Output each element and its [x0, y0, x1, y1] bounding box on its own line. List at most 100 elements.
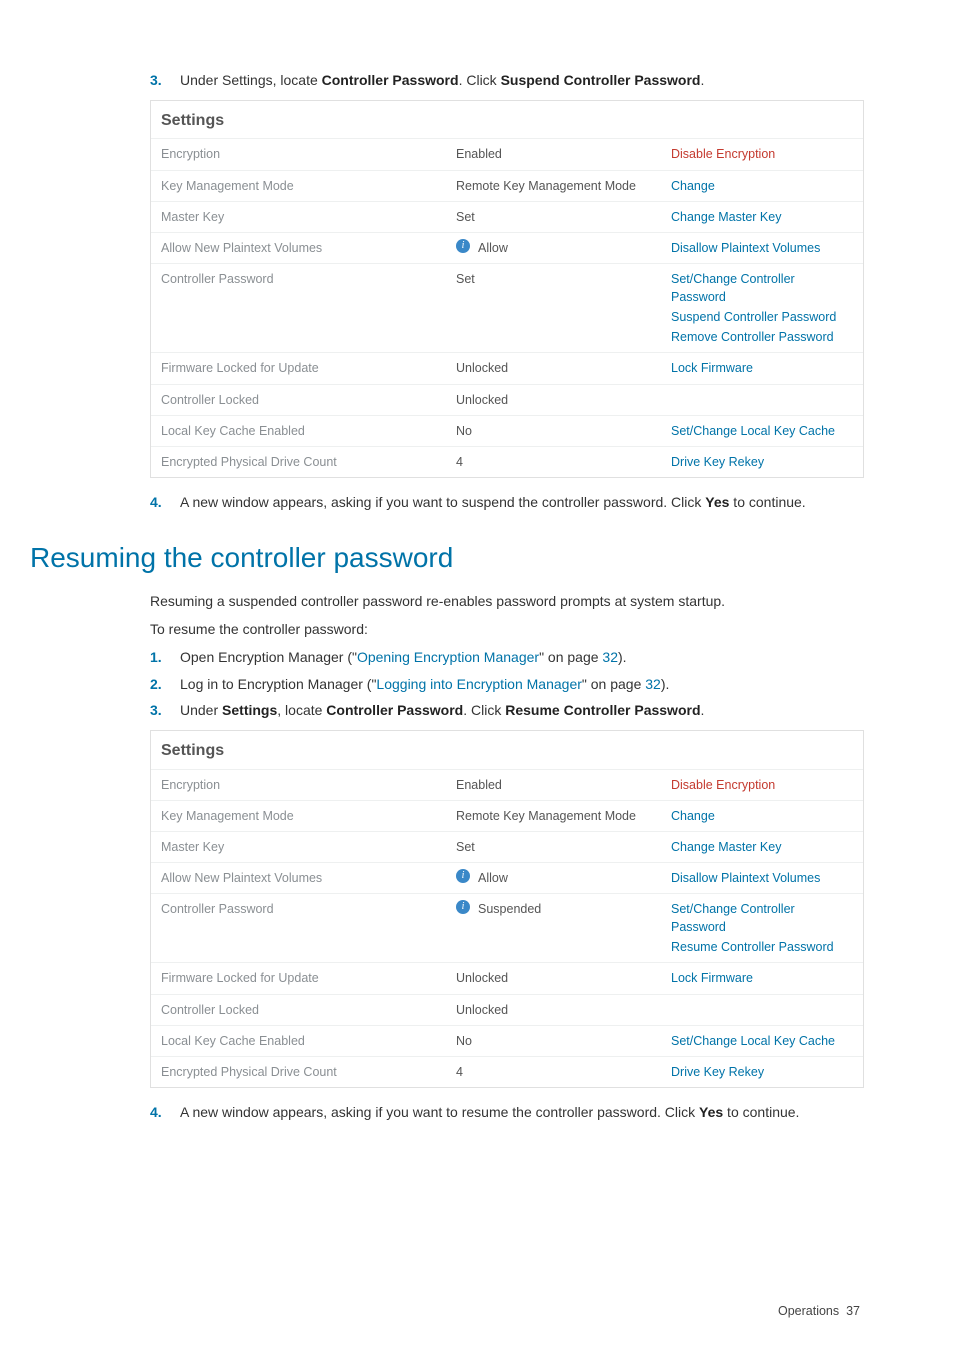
action-link[interactable]: Set/Change Local Key Cache [671, 422, 853, 440]
settings-row: Firmware Locked for UpdateUnlockedLock F… [151, 352, 863, 383]
setting-value: Unlocked [456, 359, 671, 377]
settings-row: Encrypted Physical Drive Count4Drive Key… [151, 1056, 863, 1087]
action-link[interactable]: Resume Controller Password [671, 938, 853, 956]
setting-label: Encrypted Physical Drive Count [161, 453, 456, 471]
panel-title: Settings [151, 731, 863, 768]
page-ref[interactable]: 32 [602, 649, 618, 665]
settings-row: Controller PasswordiSuspendedSet/Change … [151, 893, 863, 962]
setting-actions: Lock Firmware [671, 359, 853, 377]
step-number: 1. [150, 647, 180, 667]
action-link[interactable]: Drive Key Rekey [671, 1063, 853, 1081]
setting-label: Key Management Mode [161, 807, 456, 825]
settings-row: Allow New Plaintext VolumesiAllowDisallo… [151, 862, 863, 893]
setting-label: Encrypted Physical Drive Count [161, 1063, 456, 1081]
footer-section: Operations [778, 1304, 839, 1318]
setting-value: Remote Key Management Mode [456, 807, 671, 825]
action-link[interactable]: Change [671, 177, 853, 195]
setting-actions: Change [671, 177, 853, 195]
paragraph: To resume the controller password: [150, 619, 864, 639]
action-link[interactable]: Lock Firmware [671, 359, 853, 377]
action-link[interactable]: Drive Key Rekey [671, 453, 853, 471]
setting-label: Master Key [161, 208, 456, 226]
settings-row: EncryptionEnabledDisable Encryption [151, 769, 863, 800]
setting-actions: Set/Change Local Key Cache [671, 422, 853, 440]
step-text: Under Settings, locate Controller Passwo… [180, 70, 704, 90]
setting-actions: Lock Firmware [671, 969, 853, 987]
setting-actions: Drive Key Rekey [671, 453, 853, 471]
action-link[interactable]: Remove Controller Password [671, 328, 853, 346]
action-link[interactable]: Set/Change Controller Password [671, 270, 853, 306]
setting-actions: Set/Change Controller Password Suspend Co… [671, 270, 853, 347]
setting-actions [671, 391, 853, 409]
setting-value: Set [456, 838, 671, 856]
settings-row: Encrypted Physical Drive Count4Drive Key… [151, 446, 863, 477]
action-link[interactable]: Set/Change Local Key Cache [671, 1032, 853, 1050]
action-link[interactable]: Change Master Key [671, 838, 853, 856]
setting-actions: Disallow Plaintext Volumes [671, 869, 853, 887]
action-link[interactable]: Disallow Plaintext Volumes [671, 239, 853, 257]
info-icon[interactable]: i [456, 239, 470, 253]
step-text: A new window appears, asking if you want… [180, 1102, 799, 1122]
setting-actions: Change Master Key [671, 208, 853, 226]
settings-row: Allow New Plaintext VolumesiAllowDisallo… [151, 232, 863, 263]
setting-label: Allow New Plaintext Volumes [161, 239, 456, 257]
setting-value: Enabled [456, 145, 671, 163]
settings-row: Controller LockedUnlocked [151, 384, 863, 415]
info-icon[interactable]: i [456, 900, 470, 914]
setting-value: No [456, 422, 671, 440]
setting-value: Enabled [456, 776, 671, 794]
settings-panel-resume: Settings EncryptionEnabledDisable Encryp… [150, 730, 864, 1088]
action-link[interactable]: Suspend Controller Password [671, 308, 853, 326]
step-text: A new window appears, asking if you want… [180, 492, 806, 512]
setting-label: Firmware Locked for Update [161, 969, 456, 987]
action-link[interactable]: Set/Change Controller Password [671, 900, 853, 936]
setting-label: Firmware Locked for Update [161, 359, 456, 377]
action-link[interactable]: Lock Firmware [671, 969, 853, 987]
panel-rows: EncryptionEnabledDisable Encryption Key M… [151, 769, 863, 1087]
action-link[interactable]: Change [671, 807, 853, 825]
panel-title: Settings [151, 101, 863, 138]
action-link[interactable]: Disable Encryption [671, 776, 853, 794]
setting-value: No [456, 1032, 671, 1050]
setting-value: Unlocked [456, 1001, 671, 1019]
setting-actions: Disable Encryption [671, 776, 853, 794]
setting-label: Controller Password [161, 270, 456, 347]
step-text: Under Settings, locate Controller Passwo… [180, 700, 704, 720]
setting-actions: Change Master Key [671, 838, 853, 856]
cross-ref-link[interactable]: Logging into Encryption Manager [376, 676, 581, 692]
setting-actions: Change [671, 807, 853, 825]
cross-ref-link[interactable]: Opening Encryption Manager [357, 649, 539, 665]
action-link[interactable]: Disallow Plaintext Volumes [671, 869, 853, 887]
setting-label: Encryption [161, 776, 456, 794]
settings-row: Key Management ModeRemote Key Management… [151, 170, 863, 201]
setting-label: Local Key Cache Enabled [161, 422, 456, 440]
action-link[interactable]: Disable Encryption [671, 145, 853, 163]
setting-actions [671, 1001, 853, 1019]
settings-row: EncryptionEnabledDisable Encryption [151, 138, 863, 169]
setting-value: Set [456, 270, 671, 347]
setting-value: iAllow [456, 239, 671, 257]
step-number: 2. [150, 674, 180, 694]
step-text: Log in to Encryption Manager ("Logging i… [180, 674, 669, 694]
setting-label: Controller Password [161, 900, 456, 956]
setting-actions: Set/Change Local Key Cache [671, 1032, 853, 1050]
action-link[interactable]: Change Master Key [671, 208, 853, 226]
settings-row: Controller LockedUnlocked [151, 994, 863, 1025]
setting-label: Key Management Mode [161, 177, 456, 195]
settings-row: Controller PasswordSetSet/Change Control… [151, 263, 863, 353]
settings-panel-suspend: Settings EncryptionEnabledDisable Encryp… [150, 100, 864, 478]
page-ref[interactable]: 32 [645, 676, 661, 692]
page-footer: Operations 37 [90, 1302, 864, 1320]
paragraph: Resuming a suspended controller password… [150, 591, 864, 611]
setting-value: 4 [456, 453, 671, 471]
setting-value: 4 [456, 1063, 671, 1081]
setting-actions: Set/Change Controller Password Resume Con… [671, 900, 853, 956]
settings-row: Local Key Cache EnabledNoSet/Change Loca… [151, 1025, 863, 1056]
info-icon[interactable]: i [456, 869, 470, 883]
step-number: 4. [150, 492, 180, 512]
step-text: Open Encryption Manager ("Opening Encryp… [180, 647, 627, 667]
setting-actions: Disallow Plaintext Volumes [671, 239, 853, 257]
setting-value: Set [456, 208, 671, 226]
footer-page: 37 [846, 1304, 860, 1318]
setting-value: Remote Key Management Mode [456, 177, 671, 195]
